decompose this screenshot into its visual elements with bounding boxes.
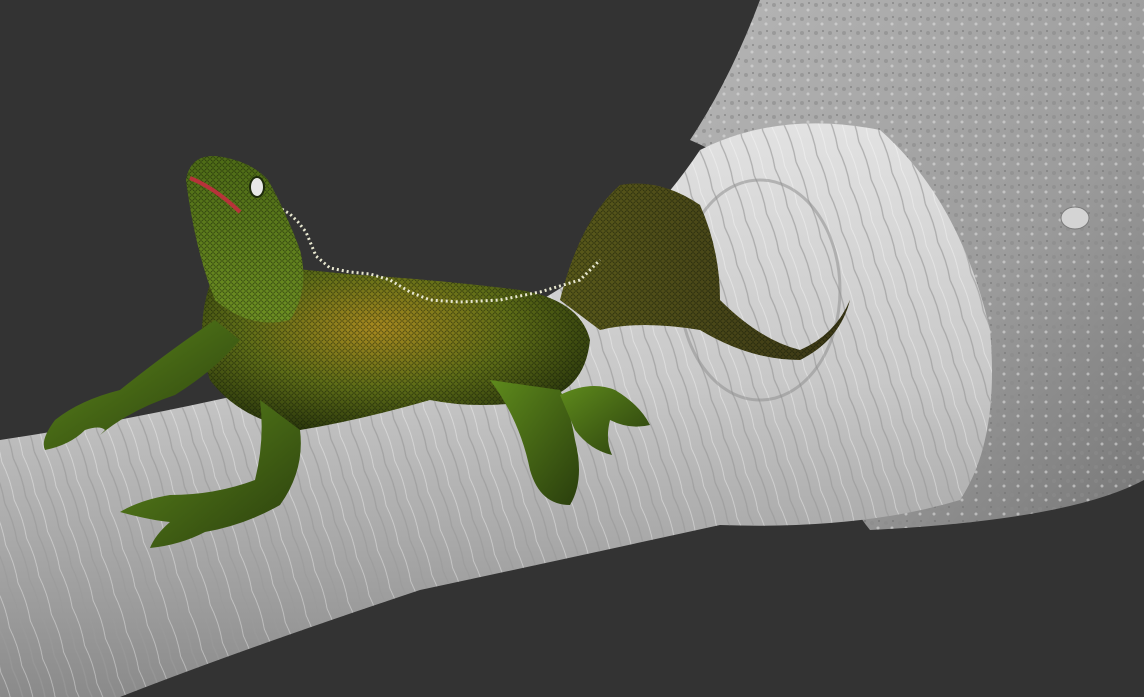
iguana-eye <box>249 176 265 198</box>
3d-viewport[interactable] <box>0 0 1144 697</box>
sculpt-scene[interactable] <box>0 0 1144 697</box>
